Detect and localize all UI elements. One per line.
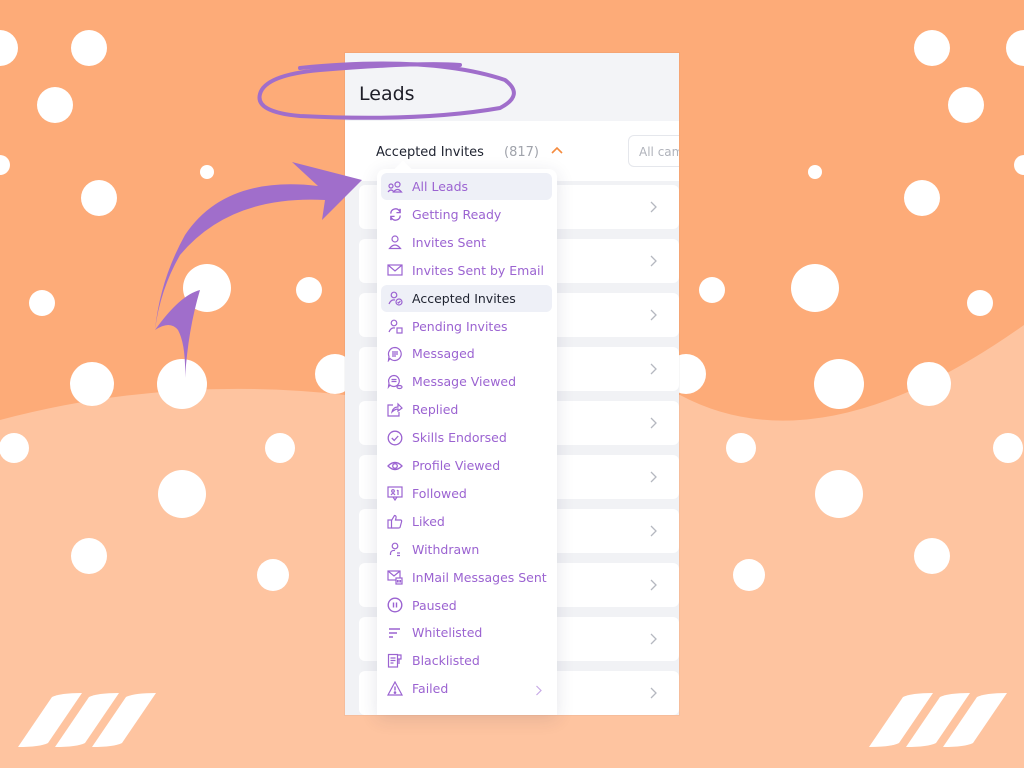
dropdown-item-label: Whitelisted <box>412 625 483 641</box>
dropdown-item-paused[interactable]: Paused <box>381 592 552 619</box>
dropdown-item-label: Message Viewed <box>412 374 517 390</box>
inmail-icon <box>386 568 404 586</box>
dropdown-item-messaged[interactable]: Messaged <box>381 340 552 367</box>
eye-icon <box>386 457 404 475</box>
dropdown-item-accepted-invites[interactable]: Accepted Invites <box>381 284 552 312</box>
dropdown-item-inmail-messages-sent[interactable]: InMail Messages Sent <box>381 564 552 591</box>
chevron-right-icon[interactable] <box>649 578 657 596</box>
warning-icon <box>386 680 404 698</box>
chevron-right-icon[interactable] <box>535 683 542 701</box>
chevron-up-icon[interactable] <box>551 146 563 154</box>
dropdown-item-label: Getting Ready <box>412 206 502 222</box>
status-dropdown-menu: All Leads Getting Ready Invites Sent Invite… <box>377 160 557 715</box>
dropdown-item-all-leads[interactable]: All Leads <box>381 173 552 200</box>
blacklist-icon <box>386 652 404 670</box>
message-viewed-icon <box>386 373 404 391</box>
check-circle-icon <box>386 429 404 447</box>
dropdown-item-label: Pending Invites <box>412 318 508 334</box>
chevron-right-icon[interactable] <box>649 686 657 704</box>
dropdown-item-label: Failed <box>412 681 449 697</box>
user-withdraw-icon <box>386 540 404 558</box>
chevron-right-icon[interactable] <box>649 308 657 326</box>
status-filter-button[interactable]: Accepted Invites <box>376 145 484 160</box>
dropdown-item-label: Blacklisted <box>412 653 480 669</box>
page-title: Leads <box>359 83 415 105</box>
dropdown-item-failed[interactable]: Failed <box>381 675 552 702</box>
dropdown-item-getting-ready[interactable]: Getting Ready <box>381 201 552 228</box>
message-icon <box>386 345 404 363</box>
dropdown-item-label: Invites Sent by Email <box>412 262 544 278</box>
dropdown-item-label: All Leads <box>412 179 469 194</box>
list-icon <box>386 624 404 642</box>
refresh-icon <box>386 205 404 223</box>
follow-icon <box>386 484 404 502</box>
user-check-icon <box>386 289 404 307</box>
dropdown-item-followed[interactable]: Followed <box>381 480 552 507</box>
campaign-select[interactable]: All cam <box>628 135 679 167</box>
thumbs-up-icon <box>386 512 404 530</box>
dropdown-item-label: Paused <box>412 597 457 613</box>
dropdown-item-label: InMail Messages Sent <box>412 569 547 585</box>
dropdown-item-label: Accepted Invites <box>412 290 516 306</box>
chevron-right-icon[interactable] <box>649 470 657 488</box>
dropdown-item-skills-endorsed[interactable]: Skills Endorsed <box>381 424 552 451</box>
dropdown-item-withdrawn[interactable]: Withdrawn <box>381 536 552 563</box>
dropdown-item-invites-sent[interactable]: Invites Sent <box>381 229 552 256</box>
dropdown-item-replied[interactable]: Replied <box>381 396 552 423</box>
dropdown-item-blacklisted[interactable]: Blacklisted <box>381 647 552 674</box>
dropdown-item-label: Followed <box>412 485 467 501</box>
reply-icon <box>386 401 404 419</box>
lead-count: (817) <box>504 145 539 160</box>
dropdown-item-label: Skills Endorsed <box>412 430 507 446</box>
dropdown-item-invites-sent-by-email[interactable]: Invites Sent by Email <box>381 257 552 284</box>
dropdown-item-liked[interactable]: Liked <box>381 508 552 535</box>
dropdown-item-message-viewed[interactable]: Message Viewed <box>381 368 552 395</box>
user-icon <box>386 233 404 251</box>
mail-icon <box>386 261 404 279</box>
dropdown-item-label: Withdrawn <box>412 541 480 557</box>
user-clock-icon <box>386 317 404 335</box>
chevron-right-icon[interactable] <box>649 254 657 272</box>
chevron-right-icon[interactable] <box>649 524 657 542</box>
users-icon <box>386 178 404 196</box>
dropdown-item-pending-invites[interactable]: Pending Invites <box>381 313 552 340</box>
chevron-right-icon[interactable] <box>649 416 657 434</box>
pause-icon <box>386 596 404 614</box>
dropdown-item-profile-viewed[interactable]: Profile Viewed <box>381 452 552 479</box>
dropdown-item-label: Liked <box>412 513 445 529</box>
dropdown-item-label: Replied <box>412 402 459 418</box>
chevron-right-icon[interactable] <box>649 362 657 380</box>
dropdown-item-label: Messaged <box>412 346 475 362</box>
dropdown-item-label: Profile Viewed <box>412 458 501 473</box>
panel-header: Leads <box>345 53 679 121</box>
chevron-right-icon[interactable] <box>649 200 657 218</box>
chevron-right-icon[interactable] <box>649 632 657 650</box>
dropdown-item-whitelisted[interactable]: Whitelisted <box>381 619 552 646</box>
dropdown-item-label: Invites Sent <box>412 234 487 250</box>
